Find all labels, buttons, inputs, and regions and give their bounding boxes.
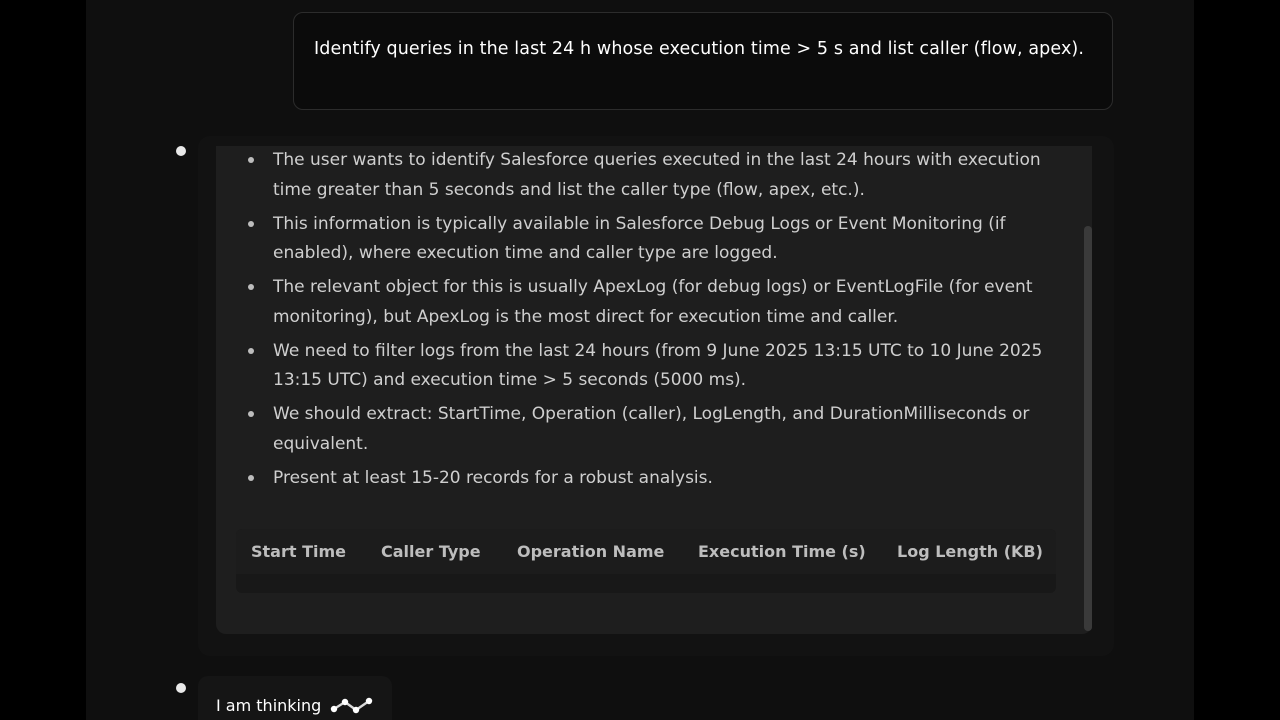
thinking-wave-icon bbox=[330, 697, 373, 714]
reasoning-panel[interactable]: The user wants to identify Salesforce qu… bbox=[216, 146, 1092, 634]
bullet-icon bbox=[248, 474, 254, 481]
column-header-start-time[interactable]: Start Time bbox=[251, 542, 346, 561]
bullet-icon bbox=[248, 347, 254, 354]
column-header-log-length[interactable]: Log Length (KB) bbox=[897, 542, 1043, 561]
bullet-text: Present at least 15-20 records for a rob… bbox=[273, 467, 713, 488]
list-item: Present at least 15-20 records for a rob… bbox=[216, 464, 1076, 494]
reasoning-bullet-list: The user wants to identify Salesforce qu… bbox=[216, 146, 1076, 498]
list-item: We should extract: StartTime, Operation … bbox=[216, 400, 1076, 459]
thinking-label: I am thinking bbox=[216, 696, 322, 715]
bullet-text: We should extract: StartTime, Operation … bbox=[273, 404, 1030, 454]
table-header-row: Start Time Caller Type Operation Name Ex… bbox=[236, 529, 1056, 574]
bullet-icon bbox=[248, 157, 254, 163]
list-item: This information is typically available … bbox=[216, 210, 1076, 269]
bullet-icon bbox=[248, 284, 254, 290]
timeline-dot bbox=[176, 683, 186, 693]
column-header-caller-type[interactable]: Caller Type bbox=[381, 542, 481, 561]
bullet-text: The relevant object for this is usually … bbox=[273, 277, 1033, 327]
scrollbar-thumb[interactable] bbox=[1084, 226, 1092, 631]
list-item: We need to filter logs from the last 24 … bbox=[216, 337, 1076, 396]
bullet-icon bbox=[248, 220, 254, 227]
bullet-icon bbox=[248, 411, 254, 417]
user-message-text: Identify queries in the last 24 h whose … bbox=[314, 39, 1084, 59]
list-item: The user wants to identify Salesforce qu… bbox=[216, 146, 1076, 205]
bullet-text: We need to filter logs from the last 24 … bbox=[273, 340, 1043, 391]
list-item: The relevant object for this is usually … bbox=[216, 273, 1076, 332]
bullet-text: This information is typically available … bbox=[273, 213, 1006, 264]
column-header-execution-time[interactable]: Execution Time (s) bbox=[698, 542, 866, 561]
user-message-bubble: Identify queries in the last 24 h whose … bbox=[293, 12, 1113, 110]
reasoning-scrollbar[interactable] bbox=[1084, 226, 1092, 631]
timeline-dot bbox=[176, 146, 186, 156]
bullet-text: The user wants to identify Salesforce qu… bbox=[273, 150, 1041, 200]
column-header-operation-name[interactable]: Operation Name bbox=[517, 542, 664, 561]
results-table: Start Time Caller Type Operation Name Ex… bbox=[236, 529, 1056, 593]
thinking-indicator: I am thinking bbox=[198, 676, 392, 720]
